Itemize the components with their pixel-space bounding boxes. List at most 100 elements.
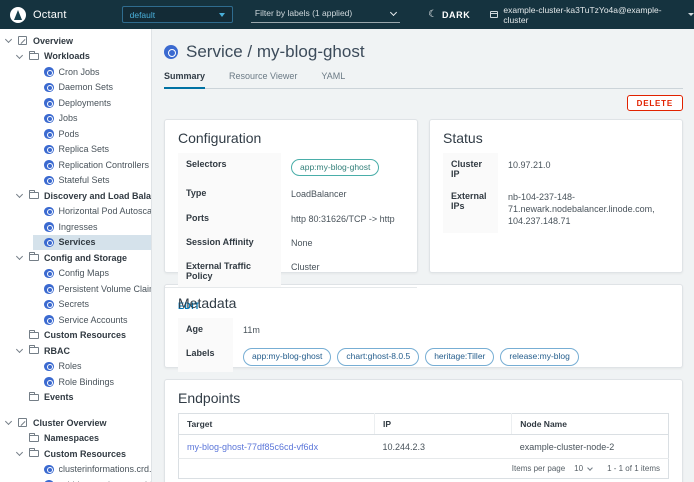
services-icon [44,238,54,248]
applications-icon [18,36,27,45]
namespace-dropdown-value: default [130,10,156,20]
chevron-down-icon[interactable] [5,418,12,425]
label-filter-text: Filter by labels (1 applied) [255,8,352,18]
metadata-row-age: Age 11m [178,318,669,342]
items-per-page-select[interactable]: 10 [572,463,594,474]
status-card: Status Cluster IP 10.97.21.0 External IP… [429,119,683,273]
sidebar-item-replica-sets[interactable]: Replica Sets [33,142,151,158]
secrets-icon [44,300,54,310]
ingresses-icon [44,222,54,232]
endpoints-pagination-row: Items per page 10 1 - 1 of 1 items [179,459,669,479]
sidebar-item-config-maps[interactable]: Config Maps [33,266,151,282]
tab-bar: Summary Resource Viewer YAML [164,71,683,89]
sidebar-item-service-accounts[interactable]: Service Accounts [33,312,151,328]
cluster-context-selector[interactable]: example-cluster-ka3TuTzYo4a@example-clus… [490,5,694,25]
octant-logo-icon [10,7,26,23]
sidebar-group-discovery-and-load-balancing[interactable]: Discovery and Load Balancing [0,188,151,204]
theme-toggle-label: DARK [442,10,470,20]
label-pill[interactable]: app:my-blog-ghost [243,348,331,365]
sidebar-item-daemon-sets[interactable]: Daemon Sets [33,80,151,96]
delete-button[interactable]: DELETE [627,95,683,111]
tab-resource-viewer[interactable]: Resource Viewer [229,71,297,88]
metadata-table: Age 11m Labels app:my-blog-ghostchart:gh… [178,318,669,372]
config-row-selectors: Selectors app:my-blog-ghost [178,153,404,182]
label-pill[interactable]: chart:ghost-8.0.5 [337,348,419,365]
app-name: Octant [33,9,67,21]
sidebar-item-csidrivers[interactable]: csidrivers.csi.storage.k8s.io [33,477,151,482]
cluster-icon [490,11,498,18]
sidebar-group-workloads[interactable]: Workloads [0,49,151,65]
endpoint-ip: 10.244.2.3 [375,435,512,459]
label-pill[interactable]: release:my-blog [500,348,578,365]
sidebar-group-rbac[interactable]: RBAC [0,343,151,359]
chevron-down-icon[interactable] [16,253,23,260]
pagination-range: 1 - 1 of 1 items [607,464,660,473]
daemon-sets-icon [44,83,54,93]
endpoints-header-row: Target IP Node Name [179,414,669,435]
folder-icon [29,435,39,442]
config-row-type: Type LoadBalancer [178,182,404,206]
sidebar-item-stateful-sets[interactable]: Stateful Sets [33,173,151,189]
service-accounts-icon [44,315,54,325]
status-card-title: Status [430,120,682,153]
theme-toggle-button[interactable]: ☾ DARK [428,9,470,20]
config-maps-icon [44,269,54,279]
endpoint-target-link[interactable]: my-blog-ghost-77df85c6cd-vf6dx [187,442,318,452]
configuration-table: Selectors app:my-blog-ghost Type LoadBal… [178,153,404,287]
tab-yaml[interactable]: YAML [321,71,345,88]
sidebar-group-events[interactable]: Events [0,390,151,406]
sidebar-item-horizontal-pod-autoscalers[interactable]: Horizontal Pod Autoscalers [33,204,151,220]
chevron-down-icon[interactable] [16,449,23,456]
applications-icon [18,418,27,427]
namespace-dropdown[interactable]: default [122,6,233,23]
main-content: Service / my-blog-ghost Summary Resource… [153,29,694,482]
endpoints-card-title: Endpoints [165,380,682,413]
configuration-card-title: Configuration [165,120,417,153]
sidebar-item-services[interactable]: Services [33,235,151,251]
chevron-down-icon[interactable] [16,346,23,353]
folder-icon [29,347,39,354]
sidebar-item-clusterinformations[interactable]: clusterinformations.crd.projec [33,462,151,478]
sidebar-item-cluster-overview[interactable]: Cluster Overview [0,415,151,431]
crd-icon [44,465,54,475]
label-pill[interactable]: heritage:Tiller [425,348,494,365]
endpoint-node-name: example-cluster-node-2 [512,435,669,459]
folder-icon [29,450,39,457]
folder-icon [29,254,39,261]
sidebar-item-ingresses[interactable]: Ingresses [33,219,151,235]
tab-summary[interactable]: Summary [164,71,205,89]
sidebar-group-config-and-storage[interactable]: Config and Storage [0,250,151,266]
sidebar-item-role-bindings[interactable]: Role Bindings [33,374,151,390]
chevron-down-icon[interactable] [16,191,23,198]
sidebar-item-cron-jobs[interactable]: Cron Jobs [33,64,151,80]
selector-pill[interactable]: app:my-blog-ghost [291,159,379,176]
chevron-down-icon [587,465,593,471]
sidebar-item-jobs[interactable]: Jobs [33,111,151,127]
chevron-down-icon[interactable] [5,36,12,43]
pagination: Items per page 10 1 - 1 of 1 items [187,463,660,474]
sidebar-group-custom-resources[interactable]: Custom Resources [0,328,151,344]
folder-icon [29,53,39,60]
sidebar-item-replication-controllers[interactable]: Replication Controllers [33,157,151,173]
sidebar-item-overview[interactable]: Overview [0,33,151,49]
items-per-page-label: Items per page [512,464,565,473]
role-bindings-icon [44,377,54,387]
replication-controllers-icon [44,160,54,170]
page-title: Service / my-blog-ghost [186,42,365,62]
sidebar-item-roles[interactable]: Roles [33,359,151,375]
chevron-down-icon[interactable] [16,52,23,59]
sidebar-item-persistent-volume-claims[interactable]: Persistent Volume Claims [33,281,151,297]
pvc-icon [44,284,54,294]
sidebar-item-pods[interactable]: Pods [33,126,151,142]
sidebar-group-cluster-custom-resources[interactable]: Custom Resources [0,446,151,462]
sidebar-item-deployments[interactable]: Deployments [33,95,151,111]
chevron-down-icon [219,13,225,17]
status-row-external-ips: External IPs nb-104-237-148-71.newark.no… [443,185,669,233]
replica-sets-icon [44,145,54,155]
sidebar-item-secrets[interactable]: Secrets [33,297,151,313]
status-row-cluster-ip: Cluster IP 10.97.21.0 [443,153,669,185]
folder-icon [29,332,39,339]
moon-icon: ☾ [428,9,438,20]
sidebar-group-namespaces[interactable]: Namespaces [0,431,151,447]
label-filter-input[interactable]: Filter by labels (1 applied) [251,6,400,23]
